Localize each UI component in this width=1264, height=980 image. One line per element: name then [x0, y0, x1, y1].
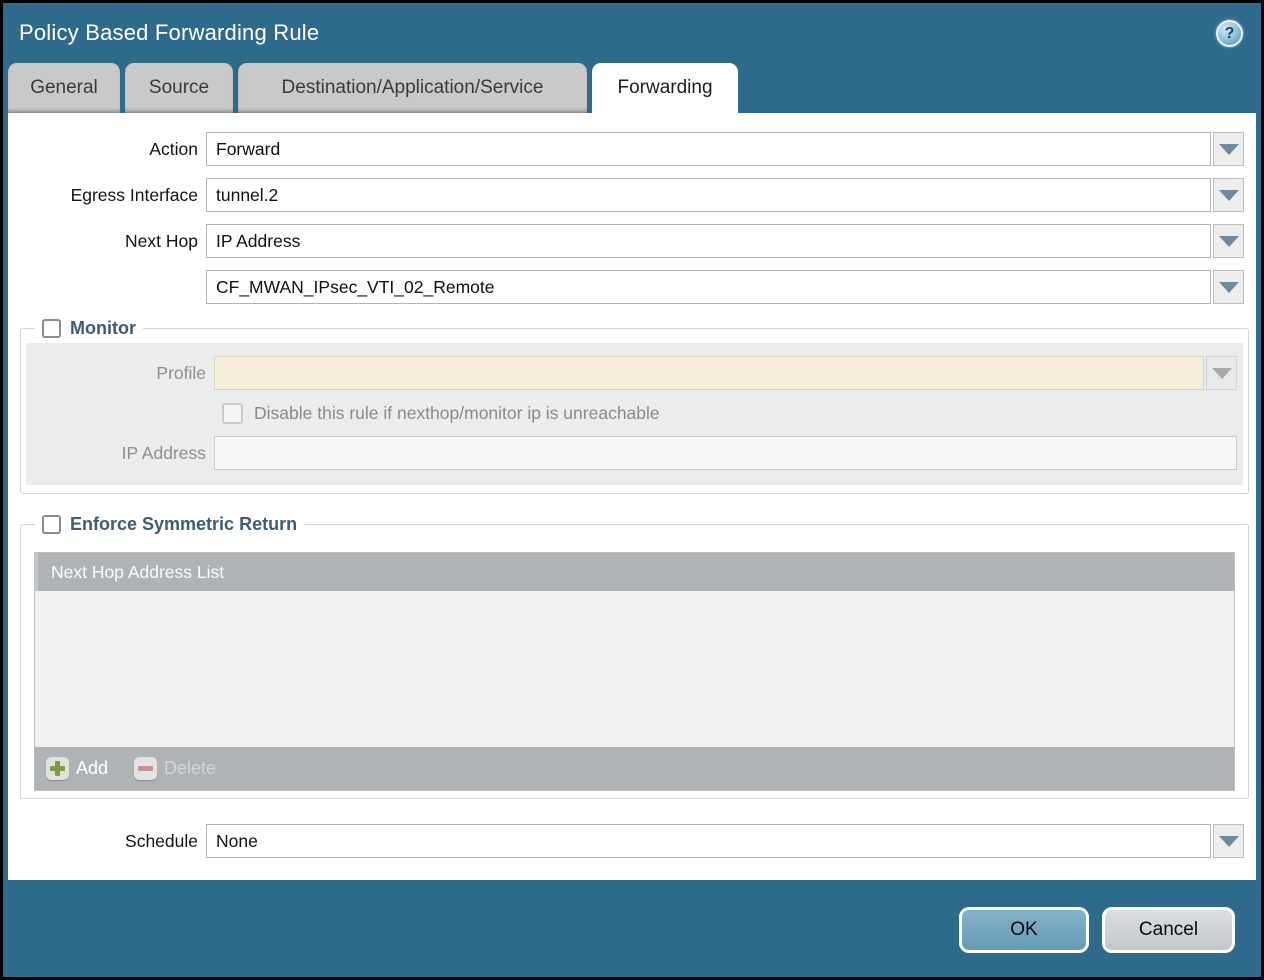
- next-hop-row: Next Hop IP Address: [8, 224, 1244, 258]
- profile-dropdown-button: [1206, 356, 1237, 390]
- ok-button-label: OK: [1010, 919, 1037, 941]
- disable-rule-row: Disable this rule if nexthop/monitor ip …: [222, 403, 1237, 424]
- monitor-ip-label: IP Address: [26, 443, 214, 464]
- tab-label: Destination/Application/Service: [282, 77, 544, 99]
- tab-destination-application-service[interactable]: Destination/Application/Service: [238, 63, 587, 113]
- chevron-down-icon: [1219, 236, 1239, 247]
- add-button[interactable]: Add: [46, 757, 108, 780]
- symmetric-return-fieldset: Enforce Symmetric Return Next Hop Addres…: [20, 514, 1249, 799]
- next-hop-address-table-body[interactable]: [35, 591, 1234, 747]
- chevron-down-icon: [1212, 368, 1232, 379]
- next-hop-address-dropdown-button[interactable]: [1213, 270, 1244, 304]
- next-hop-address-select[interactable]: CF_MWAN_IPsec_VTI_02_Remote: [206, 270, 1211, 304]
- egress-interface-dropdown-button[interactable]: [1213, 178, 1244, 212]
- chevron-down-icon: [1219, 144, 1239, 155]
- delete-button: Delete: [134, 757, 216, 780]
- tab-label: Source: [149, 77, 209, 99]
- delete-button-label: Delete: [164, 758, 216, 779]
- action-value: Forward: [216, 139, 280, 160]
- dialog-title: Policy Based Forwarding Rule: [19, 20, 319, 46]
- symmetric-return-title: Enforce Symmetric Return: [70, 514, 297, 535]
- profile-label: Profile: [26, 363, 214, 384]
- action-dropdown-button[interactable]: [1213, 132, 1244, 166]
- dialog-footer: OK Cancel: [3, 880, 1261, 977]
- egress-interface-select[interactable]: tunnel.2: [206, 178, 1211, 212]
- dialog-titlebar: Policy Based Forwarding Rule ?: [3, 3, 1261, 63]
- disable-rule-label: Disable this rule if nexthop/monitor ip …: [254, 403, 660, 424]
- schedule-value: None: [216, 831, 258, 852]
- monitor-title: Monitor: [70, 318, 136, 339]
- tab-label: Forwarding: [617, 77, 712, 99]
- next-hop-type-select[interactable]: IP Address: [206, 224, 1211, 258]
- monitor-legend: Monitor: [35, 318, 143, 339]
- monitor-checkbox[interactable]: [42, 319, 61, 338]
- tab-label: General: [30, 77, 98, 99]
- profile-select: [214, 356, 1204, 390]
- plus-icon: [46, 757, 69, 780]
- chevron-down-icon: [1219, 836, 1239, 847]
- monitor-disabled-panel: Profile Disable this rule if nexthop/mon…: [26, 343, 1243, 485]
- help-icon[interactable]: ?: [1216, 20, 1243, 47]
- ok-button[interactable]: OK: [959, 907, 1089, 953]
- tab-bar: General Source Destination/Application/S…: [8, 63, 1261, 113]
- cancel-button-label: Cancel: [1139, 919, 1198, 941]
- profile-row: Profile: [26, 356, 1237, 390]
- schedule-select[interactable]: None: [206, 824, 1211, 858]
- monitor-fieldset: Monitor Profile Disable this rule if nex…: [20, 318, 1249, 494]
- next-hop-dropdown-button[interactable]: [1213, 224, 1244, 258]
- schedule-row: Schedule None: [8, 824, 1244, 858]
- minus-icon: [134, 757, 157, 780]
- tab-forwarding[interactable]: Forwarding: [592, 63, 738, 113]
- symmetric-return-legend: Enforce Symmetric Return: [35, 514, 304, 535]
- column-header: Next Hop Address List: [51, 562, 224, 583]
- next-hop-label: Next Hop: [8, 231, 206, 252]
- next-hop-address-value: CF_MWAN_IPsec_VTI_02_Remote: [216, 277, 494, 298]
- pbf-rule-dialog: Policy Based Forwarding Rule ? General S…: [3, 3, 1261, 977]
- schedule-label: Schedule: [8, 831, 206, 852]
- action-select[interactable]: Forward: [206, 132, 1211, 166]
- next-hop-address-list-header: Next Hop Address List: [35, 553, 1234, 591]
- egress-interface-value: tunnel.2: [216, 185, 278, 206]
- action-row: Action Forward: [8, 132, 1244, 166]
- help-glyph: ?: [1225, 25, 1235, 43]
- schedule-dropdown-button[interactable]: [1213, 824, 1244, 858]
- cancel-button[interactable]: Cancel: [1102, 907, 1235, 953]
- egress-interface-label: Egress Interface: [8, 185, 206, 206]
- next-hop-address-table-toolbar: Add Delete: [35, 747, 1234, 790]
- next-hop-address-table: Next Hop Address List Add Delete: [34, 552, 1235, 791]
- chevron-down-icon: [1219, 282, 1239, 293]
- tab-content-forwarding: Action Forward Egress Interface tunnel.2…: [8, 113, 1256, 880]
- tab-general[interactable]: General: [8, 63, 120, 113]
- tab-source[interactable]: Source: [125, 63, 233, 113]
- disable-rule-checkbox: [222, 403, 243, 424]
- monitor-ip-input: [214, 436, 1237, 470]
- action-label: Action: [8, 139, 206, 160]
- add-button-label: Add: [76, 758, 108, 779]
- monitor-ip-row: IP Address: [26, 436, 1237, 470]
- next-hop-type-value: IP Address: [216, 231, 300, 252]
- chevron-down-icon: [1219, 190, 1239, 201]
- next-hop-address-row: CF_MWAN_IPsec_VTI_02_Remote: [8, 270, 1244, 304]
- symmetric-return-checkbox[interactable]: [42, 515, 61, 534]
- egress-interface-row: Egress Interface tunnel.2: [8, 178, 1244, 212]
